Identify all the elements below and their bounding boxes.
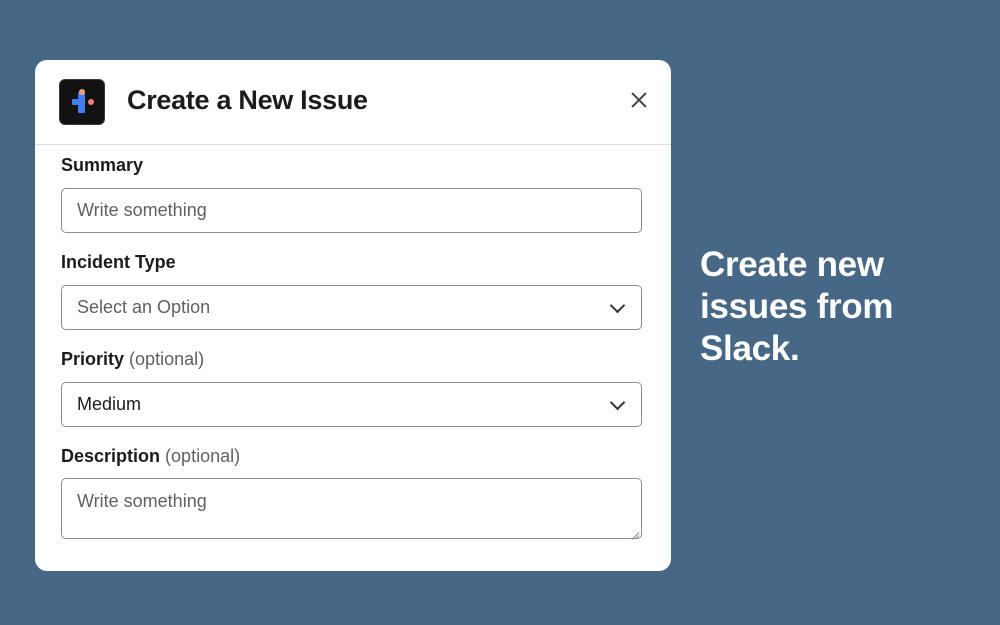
- chevron-down-icon: [609, 297, 626, 314]
- incident-type-select[interactable]: Select an Option: [61, 285, 642, 330]
- summary-label: Summary: [61, 155, 143, 176]
- description-placeholder: Write something: [77, 491, 207, 511]
- summary-label-text: Summary: [61, 155, 144, 175]
- incident-type-label-text: Incident Type: [61, 252, 176, 272]
- description-optional: (optional): [165, 446, 241, 466]
- resize-handle-icon[interactable]: [630, 527, 639, 536]
- incident-type-placeholder: Select an Option: [77, 297, 211, 317]
- priority-select[interactable]: Medium: [61, 382, 642, 427]
- app-logo-icon: [59, 79, 105, 125]
- app-logo-dot-right: [88, 99, 94, 105]
- summary-placeholder: Write something: [77, 200, 207, 220]
- app-logo-dot-top: [79, 89, 85, 95]
- summary-input[interactable]: Write something: [61, 188, 642, 233]
- chevron-down-icon: [609, 394, 626, 411]
- priority-optional: (optional): [129, 349, 205, 369]
- modal-title: Create a New Issue: [127, 85, 368, 115]
- priority-label-text: Priority: [61, 349, 125, 369]
- priority-label: Priority (optional): [61, 349, 204, 370]
- incident-type-label: Incident Type: [61, 252, 176, 273]
- priority-value: Medium: [77, 394, 142, 414]
- tagline: Create new issues from Slack.: [700, 245, 894, 368]
- description-label-text: Description: [61, 446, 161, 466]
- close-icon[interactable]: [627, 88, 651, 112]
- create-issue-modal: Create a New Issue Summary Write somethi…: [35, 60, 671, 571]
- description-textarea[interactable]: Write something: [61, 478, 642, 539]
- description-label: Description (optional): [61, 446, 240, 467]
- modal-header: Create a New Issue: [35, 60, 671, 145]
- app-logo-bar-vertical: [78, 92, 85, 113]
